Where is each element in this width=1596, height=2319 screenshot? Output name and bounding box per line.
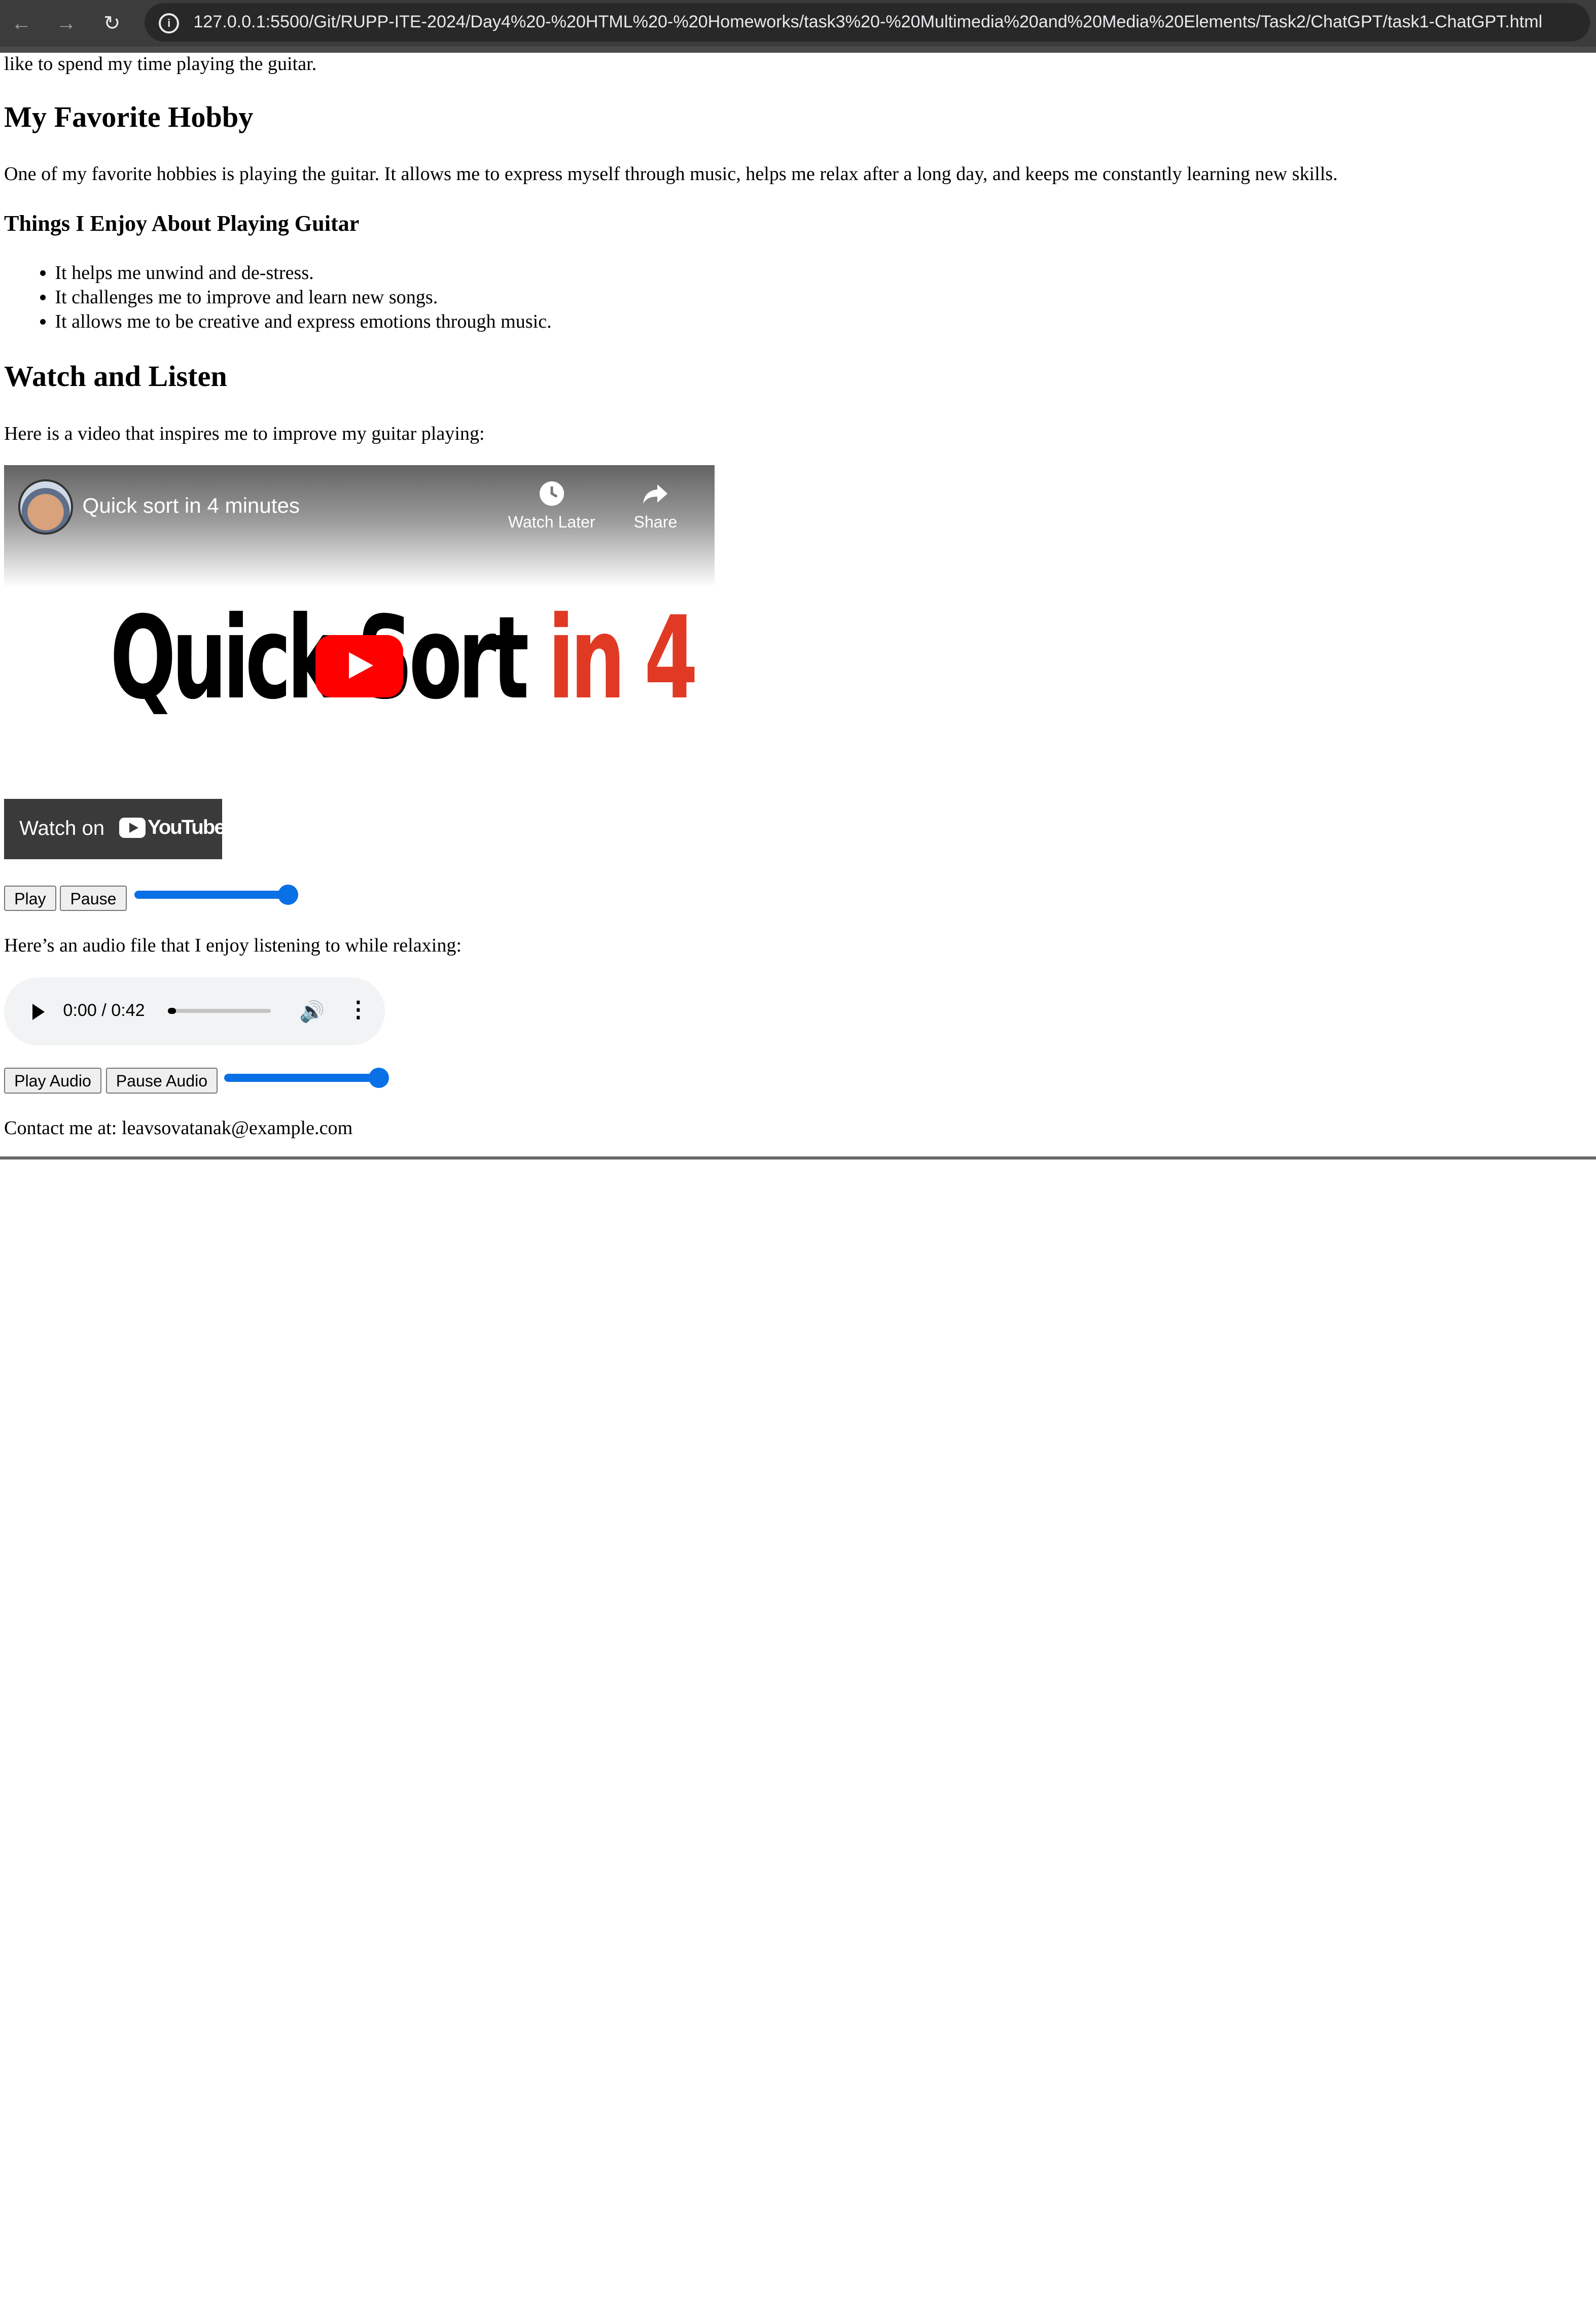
toolbar-divider: [0, 47, 1596, 53]
enjoy-list: It helps me unwind and de-stress. It cha…: [4, 261, 551, 334]
info-icon[interactable]: i: [159, 13, 180, 34]
contact-line: Contact me at: leavsovatanak@example.com: [4, 1117, 353, 1139]
audio-progress-bar[interactable]: [168, 1007, 271, 1014]
arrow-right-icon[interactable]: →: [53, 10, 79, 37]
pause-audio-button[interactable]: Pause Audio: [105, 1068, 218, 1094]
hobby-paragraph: One of my favorite hobbies is playing th…: [4, 163, 1338, 185]
audio-volume-slider[interactable]: [224, 1068, 389, 1088]
video-volume-track: [134, 891, 288, 899]
more-options-icon[interactable]: ⋮: [347, 997, 369, 1022]
audio-time: 0:00 / 0:42: [63, 1000, 145, 1020]
browser-toolbar: ← → ↻ i 127.0.0.1:5500/Git/RUPP-ITE-2024…: [0, 0, 1596, 47]
clock-icon: [539, 481, 564, 506]
watch-later-label: Watch Later: [508, 513, 595, 532]
video-pause-button[interactable]: Pause: [60, 886, 127, 911]
youtube-play-icon[interactable]: [315, 635, 403, 697]
video-intro: Here is a video that inspires me to impr…: [4, 423, 485, 444]
list-item: It allows me to be creative and express …: [55, 309, 551, 334]
intro-paragraph-tail: like to spend my time playing the guitar…: [4, 53, 317, 75]
audio-volume-thumb[interactable]: [368, 1068, 389, 1088]
audio-intro: Here’s an audio file that I enjoy listen…: [4, 935, 462, 957]
youtube-wordmark: YouTube: [148, 815, 226, 838]
address-bar[interactable]: i 127.0.0.1:5500/Git/RUPP-ITE-2024/Day4%…: [144, 3, 1590, 42]
watch-heading: Watch and Listen: [4, 360, 227, 393]
play-icon[interactable]: [32, 1003, 45, 1020]
watch-on-label: Watch on: [19, 816, 105, 839]
video-volume-slider[interactable]: [134, 885, 299, 905]
video-volume-thumb[interactable]: [277, 885, 299, 905]
list-item: It challenges me to improve and learn ne…: [55, 285, 551, 309]
enjoy-heading: Things I Enjoy About Playing Guitar: [4, 211, 360, 236]
youtube-logo-icon: [119, 817, 146, 838]
play-audio-button[interactable]: Play Audio: [4, 1068, 101, 1094]
youtube-embed[interactable]: Quick sort in 4 minutes Watch Later Shar…: [4, 465, 715, 864]
reload-icon[interactable]: ↻: [99, 10, 125, 37]
hobby-heading: My Favorite Hobby: [4, 100, 254, 133]
page-bottom-border: [0, 1156, 1596, 1160]
watch-later-button[interactable]: Watch Later: [501, 480, 602, 532]
url-text[interactable]: 127.0.0.1:5500/Git/RUPP-ITE-2024/Day4%20…: [193, 12, 1542, 32]
video-title[interactable]: Quick sort in 4 minutes: [83, 494, 300, 518]
audio-player[interactable]: 0:00 / 0:42 🔊 ⋮: [4, 977, 385, 1046]
share-label: Share: [633, 513, 678, 532]
share-icon: [643, 484, 668, 504]
channel-avatar[interactable]: [18, 479, 74, 535]
list-item: It helps me unwind and de-stress.: [55, 261, 551, 285]
volume-icon[interactable]: 🔊: [299, 1000, 325, 1024]
thumbnail-text-red: in 4: [524, 592, 698, 725]
watch-on-youtube-button[interactable]: Watch on YouTube: [4, 799, 226, 859]
audio-volume-track: [224, 1074, 379, 1082]
arrow-left-icon[interactable]: ←: [8, 10, 34, 37]
video-play-button[interactable]: Play: [4, 886, 56, 911]
share-button[interactable]: Share: [605, 480, 706, 532]
